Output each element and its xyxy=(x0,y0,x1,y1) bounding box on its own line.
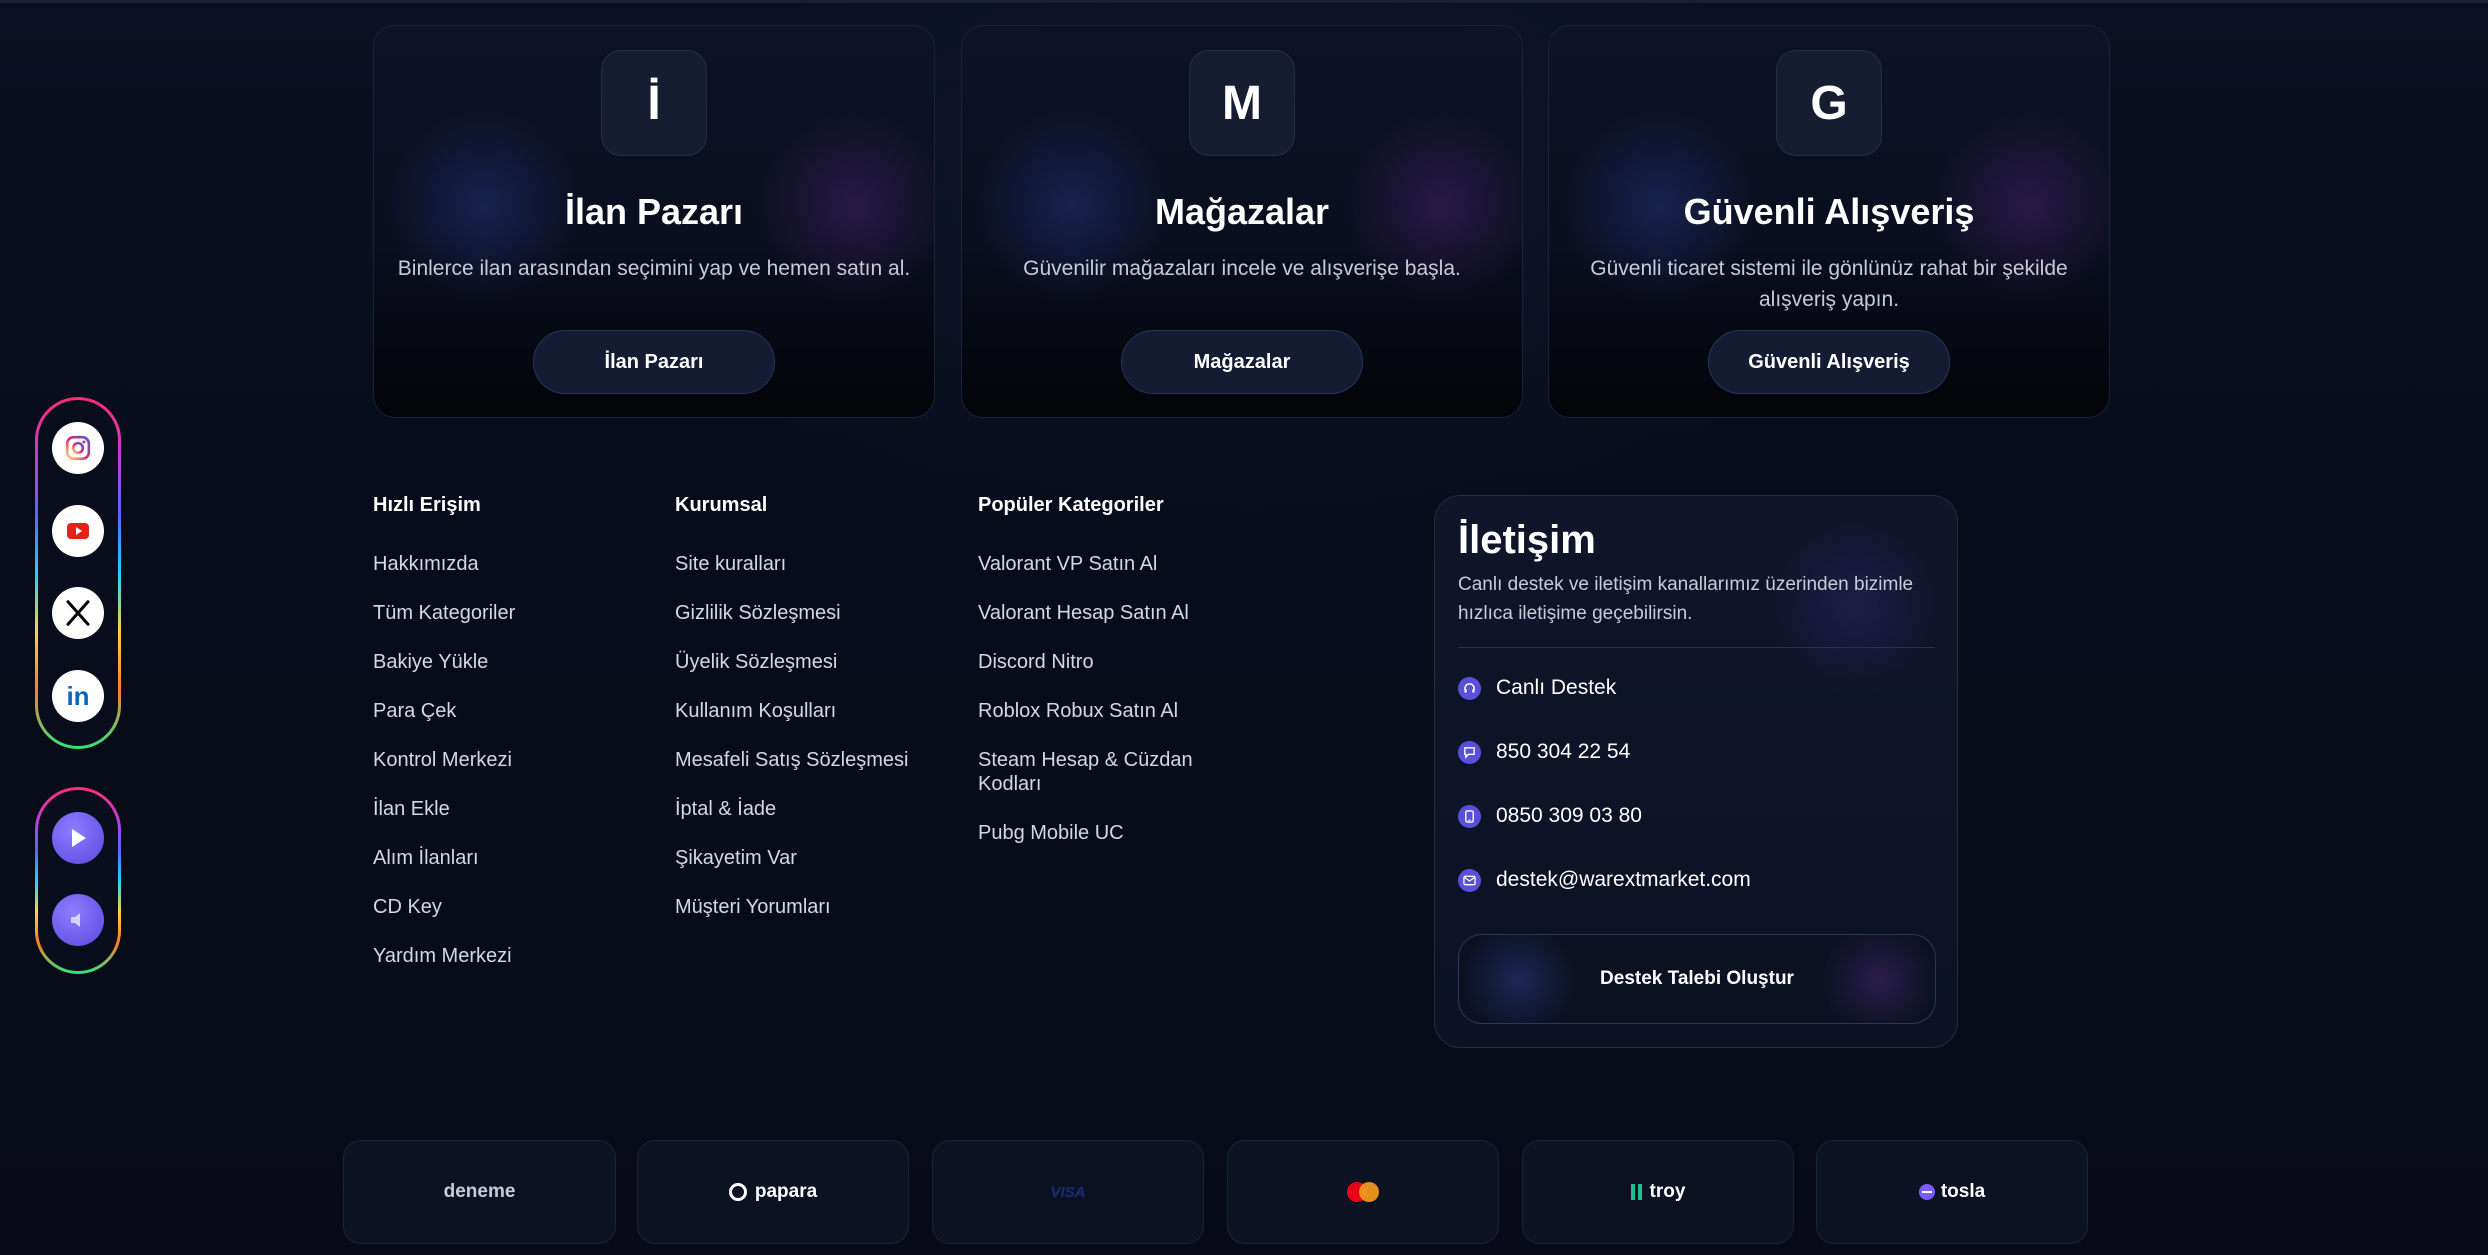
footer-link[interactable]: Gizlilik Sözleşmesi xyxy=(675,601,841,625)
footer-link[interactable]: Valorant Hesap Satın Al xyxy=(978,601,1189,625)
volume-icon[interactable] xyxy=(52,894,104,946)
play-icon[interactable] xyxy=(52,812,104,864)
payment-label: deneme xyxy=(443,1181,516,1202)
contact-row-phone[interactable]: 0850 309 03 80 xyxy=(1458,801,1642,831)
troy-icon xyxy=(1630,1184,1635,1200)
contact-row-label: Canlı Destek xyxy=(1496,676,1617,699)
footer-link[interactable]: Discord Nitro xyxy=(978,650,1094,674)
corporate-title: Kurumsal xyxy=(675,494,768,516)
payment-label: troy xyxy=(1649,1181,1686,1202)
mail-icon xyxy=(1458,868,1481,892)
ilan-pazari-button[interactable]: İlan Pazarı xyxy=(533,330,775,394)
card-description: Binlerce ilan arasından seçimini yap ve … xyxy=(397,257,911,280)
card-guvenli-alisveris: G Güvenli Alışveriş Güvenli ticaret sist… xyxy=(1548,25,2110,418)
card-magazalar: M Mağazalar Güvenilir mağazaları incele … xyxy=(961,25,1523,418)
footer-link[interactable]: Steam Hesap & Cüzdan Kodları xyxy=(978,748,1218,796)
payment-logo-papara: papara xyxy=(637,1140,909,1244)
magazalar-button[interactable]: Mağazalar xyxy=(1121,330,1363,394)
card-badge: İ xyxy=(601,50,707,156)
footer-link[interactable]: Pubg Mobile UC xyxy=(978,821,1124,845)
footer-link[interactable]: Mesafeli Satış Sözleşmesi xyxy=(675,748,908,772)
phone-icon xyxy=(1458,804,1481,828)
card-ilan-pazari: İ İlan Pazarı Binlerce ilan arasından se… xyxy=(373,25,935,418)
footer-link[interactable]: Tüm Kategoriler xyxy=(373,601,515,625)
contact-row-live-support[interactable]: Canlı Destek xyxy=(1458,673,1616,703)
footer-link[interactable]: Hakkımızda xyxy=(373,552,479,576)
contact-row-label: destek@warextmarket.com xyxy=(1496,868,1751,891)
mastercard-icon xyxy=(1347,1182,1379,1202)
contact-card: İletişim Canlı destek ve iletişim kanall… xyxy=(1434,495,1958,1048)
card-description: Güvenilir mağazaları incele ve alışveriş… xyxy=(1023,257,1461,280)
chat-icon xyxy=(1458,740,1481,764)
footer-link[interactable]: Şikayetim Var xyxy=(675,846,797,870)
footer-link[interactable]: Site kuralları xyxy=(675,552,786,576)
footer-link[interactable]: CD Key xyxy=(373,895,442,919)
card-description: Güvenli ticaret sistemi ile gönlünüz rah… xyxy=(1590,257,2068,311)
payment-logo-tosla: tosla xyxy=(1816,1140,2088,1244)
linkedin-icon[interactable]: in xyxy=(52,670,104,722)
footer-link[interactable]: İlan Ekle xyxy=(373,797,450,821)
footer-link[interactable]: Alım İlanları xyxy=(373,846,479,870)
card-title: Güvenli Alışveriş xyxy=(1683,191,1975,232)
social-rail: in xyxy=(35,397,121,749)
create-support-ticket-button[interactable]: Destek Talebi Oluştur xyxy=(1458,934,1936,1024)
payment-label: papara xyxy=(754,1181,818,1202)
payment-logo-deneme: deneme xyxy=(343,1140,616,1244)
footer-link[interactable]: Yardım Merkezi xyxy=(373,944,512,968)
popular-categories-title: Popüler Kategoriler xyxy=(978,494,1164,516)
tosla-icon xyxy=(1918,1184,1935,1200)
payment-label: VISA xyxy=(1050,1183,1086,1201)
top-divider xyxy=(0,0,2488,3)
instagram-icon[interactable] xyxy=(52,422,104,474)
youtube-icon[interactable] xyxy=(52,505,104,557)
footer-link[interactable]: Kullanım Koşulları xyxy=(675,699,836,723)
footer-link[interactable]: Bakiye Yükle xyxy=(373,650,488,674)
footer-link[interactable]: Para Çek xyxy=(373,699,456,723)
headset-icon xyxy=(1458,676,1481,700)
contact-row-label: 0850 309 03 80 xyxy=(1496,804,1642,827)
contact-description: Canlı destek ve iletişim kanallarımız üz… xyxy=(1458,574,1914,624)
footer-link[interactable]: İptal & İade xyxy=(675,797,776,821)
footer-link[interactable]: Valorant VP Satın Al xyxy=(978,552,1157,576)
contact-title: İletişim xyxy=(1458,518,1596,562)
guvenli-alisveris-button[interactable]: Güvenli Alışveriş xyxy=(1708,330,1950,394)
footer-link[interactable]: Üyelik Sözleşmesi xyxy=(675,650,837,674)
payment-logo-troy: troy xyxy=(1522,1140,1794,1244)
card-title: Mağazalar xyxy=(1154,191,1330,232)
contact-row-label: 850 304 22 54 xyxy=(1496,740,1631,763)
x-icon[interactable] xyxy=(52,587,104,639)
footer-link[interactable]: Müşteri Yorumları xyxy=(675,895,831,919)
contact-divider xyxy=(1458,647,1935,648)
media-rail xyxy=(35,787,121,974)
card-title: İlan Pazarı xyxy=(564,191,744,232)
footer-link[interactable]: Kontrol Merkezi xyxy=(373,748,512,772)
payment-logo-mastercard xyxy=(1227,1140,1499,1244)
papara-icon xyxy=(728,1183,747,1201)
contact-row-whatsapp[interactable]: 850 304 22 54 xyxy=(1458,737,1630,767)
payment-label: tosla xyxy=(1940,1181,1986,1202)
card-badge: M xyxy=(1189,50,1295,156)
payment-logo-visa: VISA xyxy=(932,1140,1204,1244)
card-badge: G xyxy=(1776,50,1882,156)
contact-row-email[interactable]: destek@warextmarket.com xyxy=(1458,865,1751,895)
footer-link[interactable]: Roblox Robux Satın Al xyxy=(978,699,1178,723)
quick-access-title: Hızlı Erişim xyxy=(373,494,481,516)
